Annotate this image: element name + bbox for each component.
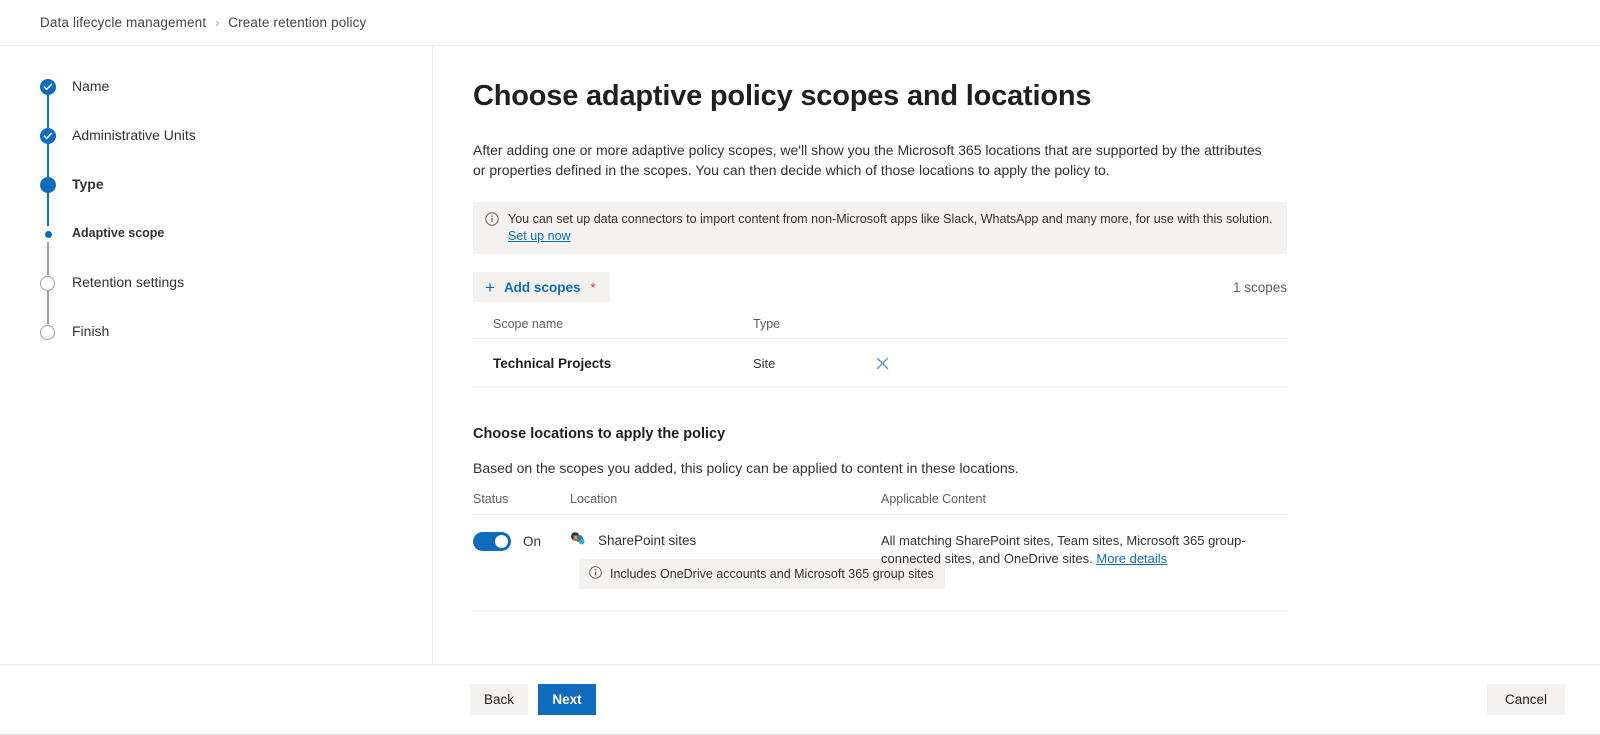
scope-name-cell: Technical Projects <box>493 355 612 371</box>
sharepoint-icon: S <box>570 531 586 549</box>
close-icon[interactable] <box>871 352 893 374</box>
info-icon <box>485 212 499 229</box>
empty-circle-icon <box>40 324 55 340</box>
wizard-steps-list: Name Administrative Units Type Adaptive … <box>0 78 432 372</box>
column-header-scope-name: Scope name <box>493 317 564 331</box>
breadcrumb-parent-link[interactable]: Data lifecycle management <box>40 15 206 30</box>
sidebar-item-administrative-units[interactable]: Administrative Units <box>40 127 432 177</box>
location-name-row: S SharePoint sites <box>570 531 881 549</box>
location-status-cell: On <box>473 531 570 589</box>
locations-section: Choose locations to apply the policy Bas… <box>473 426 1287 612</box>
sidebar-item-retention-settings[interactable]: Retention settings <box>40 274 432 324</box>
next-button[interactable]: Next <box>538 684 597 715</box>
scope-type-cell: Site <box>753 355 776 371</box>
svg-text:S: S <box>574 535 577 540</box>
step-connector <box>47 242 49 275</box>
page-title: Choose adaptive policy scopes and locati… <box>473 80 1092 112</box>
add-scopes-button[interactable]: + Add scopes * <box>473 272 610 302</box>
table-row: On S SharePoint sites Includes OneDrive … <box>473 515 1287 612</box>
page-description: After adding one or more adaptive policy… <box>473 142 1262 178</box>
sidebar-item-label: Retention settings <box>72 274 185 290</box>
scopes-table-header: Scope name Type <box>473 308 1287 338</box>
info-banner-text: You can set up data connectors to import… <box>508 212 1273 226</box>
step-marker-retention-settings <box>40 275 56 324</box>
toggle-knob <box>495 535 508 548</box>
step-connector <box>47 144 49 177</box>
plus-icon: + <box>485 277 495 297</box>
sidebar-item-label: Adaptive scope <box>72 226 165 240</box>
sidebar-item-label: Type <box>72 176 104 192</box>
more-details-link[interactable]: More details <box>1096 551 1167 566</box>
sidebar-item-label: Name <box>72 78 110 94</box>
column-header-status: Status <box>473 492 509 506</box>
wizard-footer: Back Next Cancel <box>0 664 1600 735</box>
table-row[interactable]: Technical Projects Site <box>473 338 1287 388</box>
sidebar-item-label: Administrative Units <box>72 127 196 143</box>
footer-secondary-actions: Cancel <box>1487 684 1565 715</box>
breadcrumb-current: Create retention policy <box>228 15 367 30</box>
check-icon <box>40 79 56 95</box>
applicable-content-text: All matching SharePoint sites, Team site… <box>881 533 1246 566</box>
sidebar-item-adaptive-scope[interactable]: Adaptive scope <box>40 225 432 275</box>
sidebar-item-label: Finish <box>72 323 110 339</box>
substep-dot-icon <box>40 226 56 242</box>
locations-table-header: Status Location Applicable Content <box>473 492 1287 515</box>
column-header-type: Type <box>753 317 781 331</box>
footer-primary-actions: Back Next <box>470 684 597 715</box>
empty-circle-icon <box>40 275 55 291</box>
main-content: Choose adaptive policy scopes and locati… <box>433 46 1600 664</box>
scopes-count-label: 1 scopes <box>1232 279 1287 295</box>
applicable-content-cell: All matching SharePoint sites, Team site… <box>881 531 1287 589</box>
chevron-right-icon: › <box>215 15 220 30</box>
sharepoint-sites-toggle[interactable] <box>473 532 511 551</box>
breadcrumb: Data lifecycle management › Create reten… <box>0 0 1600 46</box>
column-header-location: Location <box>570 492 618 506</box>
step-connector <box>47 291 49 324</box>
toggle-state-label: On <box>523 534 542 549</box>
step-connector <box>47 193 49 226</box>
set-up-now-link[interactable]: Set up now <box>508 229 571 243</box>
back-button[interactable]: Back <box>470 684 529 715</box>
step-marker-name <box>40 79 56 128</box>
check-icon <box>40 128 56 144</box>
sidebar-item-name[interactable]: Name <box>40 78 432 128</box>
step-marker-adaptive-scope <box>40 226 56 275</box>
locations-section-subtitle: Based on the scopes you added, this poli… <box>473 460 1019 476</box>
location-cell: S SharePoint sites Includes OneDrive acc… <box>570 531 945 589</box>
cancel-button[interactable]: Cancel <box>1487 684 1565 715</box>
wizard-step-rail: Name Administrative Units Type Adaptive … <box>0 46 433 664</box>
column-header-applicable-content: Applicable Content <box>881 492 986 506</box>
sidebar-item-type[interactable]: Type <box>40 176 432 226</box>
current-step-dot-icon <box>40 177 56 193</box>
step-marker-finish <box>40 324 56 340</box>
add-scopes-label: Add scopes <box>503 279 581 295</box>
info-banner-text-wrap: You can set up data connectors to import… <box>508 211 1275 245</box>
info-icon <box>589 566 602 582</box>
location-name-label: SharePoint sites <box>598 532 697 548</box>
data-connectors-info-banner: You can set up data connectors to import… <box>473 202 1287 254</box>
step-marker-administrative-units <box>40 128 56 177</box>
scopes-toolbar: + Add scopes * 1 scopes <box>473 272 1287 302</box>
step-marker-type <box>40 177 56 226</box>
required-field-marker: * <box>590 279 596 295</box>
locations-section-title: Choose locations to apply the policy <box>473 426 726 442</box>
sidebar-item-finish[interactable]: Finish <box>40 323 432 372</box>
scopes-table: Scope name Type Technical Projects Site <box>473 308 1287 388</box>
step-connector <box>47 95 49 128</box>
